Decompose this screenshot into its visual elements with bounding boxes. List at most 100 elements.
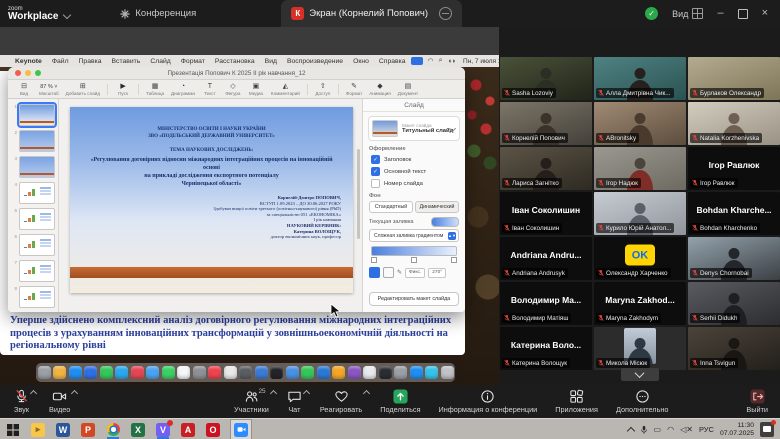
mac-menu-item[interactable]: Вид bbox=[265, 58, 277, 65]
gradient-stop[interactable] bbox=[371, 257, 377, 263]
more-participants-button[interactable] bbox=[621, 368, 659, 381]
checkbox-row[interactable]: ✓Заголовок bbox=[371, 155, 457, 164]
dock-app-icon[interactable] bbox=[69, 366, 82, 379]
participant-tile[interactable]: Sasha Lozoviy bbox=[500, 57, 592, 100]
minimize-tab-icon[interactable] bbox=[439, 7, 452, 20]
slide-thumbnail-row[interactable]: 4 bbox=[11, 182, 58, 204]
start-button[interactable] bbox=[0, 424, 26, 436]
canvas-scrollbar[interactable] bbox=[357, 149, 360, 239]
slide-thumbnail-row[interactable]: 7 bbox=[11, 260, 58, 282]
slide-thumbnail[interactable] bbox=[19, 234, 55, 256]
dock-app-icon[interactable] bbox=[425, 366, 438, 379]
participant-tile[interactable]: Володимир Ма...Володимир Матіяш bbox=[500, 282, 592, 325]
dock-app-icon[interactable] bbox=[100, 366, 113, 379]
keynote-tool-масштаб[interactable]: 87 % ˅Масштаб bbox=[39, 83, 59, 96]
chevron-up-icon[interactable] bbox=[71, 390, 78, 397]
slide-thumbnail-row[interactable]: 1 bbox=[11, 104, 58, 126]
keynote-tool-фигура[interactable]: ◇Фигура bbox=[225, 83, 241, 96]
dock-app-icon[interactable] bbox=[84, 366, 97, 379]
taskbar-app-zoom[interactable] bbox=[230, 419, 252, 439]
slide-thumbnail-row[interactable]: 8 bbox=[11, 286, 58, 308]
dock-app-icon[interactable] bbox=[286, 366, 299, 379]
dock-app-icon[interactable] bbox=[38, 366, 51, 379]
dock-app-icon[interactable] bbox=[332, 366, 345, 379]
keynote-tool-вид[interactable]: ⊟Вид bbox=[16, 83, 32, 96]
mac-menu-item[interactable]: Воспроизведение bbox=[287, 58, 343, 65]
mic-tray-icon[interactable] bbox=[640, 425, 648, 435]
wifi-icon[interactable]: ◠ bbox=[428, 57, 434, 65]
fix-field[interactable]: Фикс. bbox=[405, 268, 425, 278]
current-fill-swatch[interactable] bbox=[431, 217, 459, 227]
keynote-titlebar[interactable]: Презентація Попович К 2025 ІІ рік навчан… bbox=[8, 67, 465, 80]
chevron-up-icon[interactable] bbox=[30, 390, 37, 397]
mac-menu-item[interactable]: Окно bbox=[353, 58, 369, 65]
gradient-stop[interactable] bbox=[451, 257, 457, 263]
dock-app-icon[interactable] bbox=[224, 366, 237, 379]
edit-master-button[interactable]: Редактировать макет слайда bbox=[369, 292, 459, 306]
chevron-up-icon[interactable] bbox=[303, 390, 310, 397]
checkbox[interactable]: ✓ bbox=[371, 155, 380, 164]
dock-app-icon[interactable] bbox=[348, 366, 361, 379]
tab-meeting[interactable]: Конференция bbox=[110, 0, 206, 27]
dock-app-icon[interactable] bbox=[410, 366, 423, 379]
react-button[interactable]: Реагировать bbox=[314, 385, 368, 418]
color-swatch-blue[interactable] bbox=[369, 267, 380, 278]
mac-menu-item[interactable]: Формат bbox=[181, 58, 205, 65]
keynote-tool-таблица[interactable]: ▦Таблица bbox=[146, 83, 164, 96]
input-source-icon[interactable] bbox=[411, 57, 423, 65]
taskbar-app-opera[interactable]: O bbox=[205, 420, 221, 439]
dock-app-icon[interactable] bbox=[255, 366, 268, 379]
keynote-tool-комментарий[interactable]: ◭Комментарий bbox=[271, 83, 300, 96]
keynote-tool-формат[interactable]: ✎Формат bbox=[346, 83, 362, 96]
slide-thumbnail-row[interactable]: 3 bbox=[11, 156, 58, 178]
dock-app-icon[interactable] bbox=[441, 366, 454, 379]
slide-thumbnail[interactable] bbox=[19, 208, 55, 230]
participant-tile[interactable]: Бурлаков Олександр bbox=[688, 57, 780, 100]
dock-app-icon[interactable] bbox=[177, 366, 190, 379]
gradient-type-select[interactable]: Сложная заливка градиентом ▲▼ bbox=[369, 229, 459, 242]
keynote-tool-документ[interactable]: ▤Документ bbox=[398, 83, 418, 96]
mac-menu-item[interactable]: Файл bbox=[52, 58, 69, 65]
search-icon[interactable]: ⌕ bbox=[439, 57, 443, 65]
slide-thumbnail[interactable] bbox=[19, 286, 55, 308]
slide-thumbnail-row[interactable]: 2 bbox=[11, 130, 58, 152]
control-center-icon[interactable]: ◖◗ bbox=[448, 58, 456, 65]
keynote-tool-текст[interactable]: ТТекст bbox=[202, 83, 218, 96]
angle-field[interactable]: 270° bbox=[428, 268, 446, 278]
mac-menu-item[interactable]: Расстановка bbox=[215, 58, 255, 65]
mac-menu-item[interactable]: Вставить bbox=[112, 58, 141, 65]
keynote-tool-медиа[interactable]: ▣Медиа bbox=[248, 83, 264, 96]
checkbox[interactable]: ✓ bbox=[371, 167, 380, 176]
slide-thumbnail[interactable] bbox=[19, 130, 55, 152]
participant-tile[interactable]: Bohdan Kharche...Bohdan Kharchenko bbox=[688, 192, 780, 235]
participant-tile[interactable]: Ігор Надюк bbox=[594, 147, 686, 190]
zoom-workplace-logo[interactable]: zoom Workplace bbox=[0, 6, 80, 22]
participant-tile[interactable]: Denys Chornobai bbox=[688, 237, 780, 280]
info-button[interactable]: Информация о конференции bbox=[433, 385, 544, 418]
chat-button[interactable]: Чат bbox=[281, 385, 308, 418]
checkbox-row[interactable]: ✓Основной текст bbox=[371, 167, 457, 176]
keynote-tool-анимация[interactable]: ◆Анимация bbox=[369, 83, 391, 96]
dock-app-icon[interactable] bbox=[301, 366, 314, 379]
mac-menu-item[interactable]: Слайд bbox=[150, 58, 170, 65]
audio-button[interactable]: Звук bbox=[8, 385, 35, 418]
dock-app-icon[interactable] bbox=[208, 366, 221, 379]
dock-app-icon[interactable] bbox=[53, 366, 66, 379]
maximize-button[interactable] bbox=[738, 9, 748, 19]
apps-button[interactable]: Приложения bbox=[549, 385, 604, 418]
dock-app-icon[interactable] bbox=[317, 366, 330, 379]
gradient-stop[interactable] bbox=[411, 257, 417, 263]
speaker-muted-icon[interactable]: ◁✕ bbox=[680, 426, 693, 434]
participant-tile[interactable]: Курило Юрій Анатол... bbox=[594, 192, 686, 235]
participant-tile[interactable]: Natalia Korzhenivska bbox=[688, 102, 780, 145]
chevron-up-icon[interactable] bbox=[270, 390, 277, 397]
participant-tile[interactable]: OKОлександр Харченко bbox=[594, 237, 686, 280]
bg-dynamic-button[interactable]: Динамический bbox=[415, 201, 459, 213]
dock-app-icon[interactable] bbox=[115, 366, 128, 379]
keynote-tool-доступ[interactable]: ⇧Доступ bbox=[315, 83, 331, 96]
participant-tile[interactable]: ABronitsky bbox=[594, 102, 686, 145]
participant-tile[interactable]: Катерина Воло...Катерина Волощук bbox=[500, 327, 592, 370]
mac-menu-item[interactable]: Правка bbox=[79, 58, 102, 65]
language-indicator[interactable]: РУС bbox=[699, 425, 714, 434]
participant-tile[interactable]: Іван СоколишинІван Соколишин bbox=[500, 192, 592, 235]
